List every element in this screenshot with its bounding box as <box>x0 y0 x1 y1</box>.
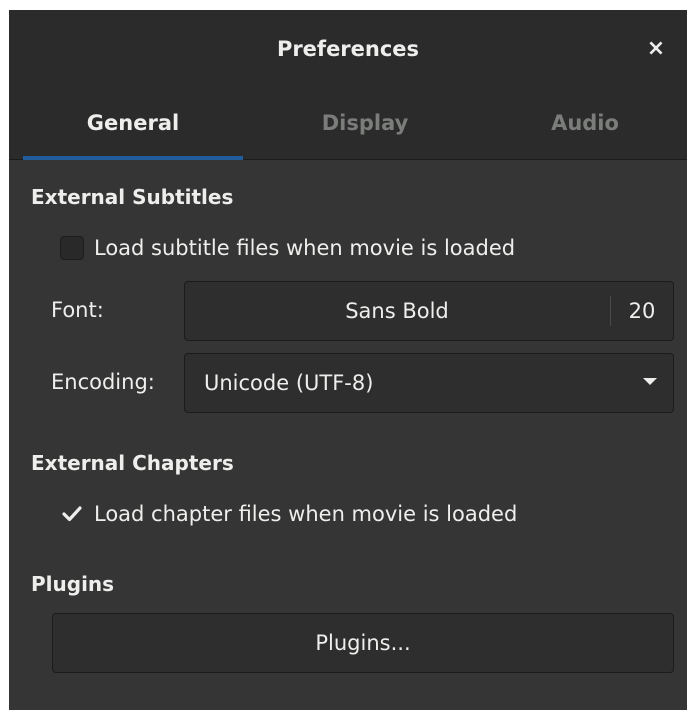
encoding-label: Encoding: <box>51 370 155 394</box>
close-icon: × <box>646 36 666 61</box>
title-bar: Preferences × <box>9 10 687 88</box>
active-tab-indicator <box>23 156 243 160</box>
load-chapter-files-checkbox[interactable] <box>60 502 84 526</box>
load-chapter-files-label: Load chapter files when movie is loaded <box>94 502 518 526</box>
load-subtitle-files-checkbox-row[interactable]: Load subtitle files when movie is loaded <box>60 233 515 263</box>
load-chapter-files-checkbox-row[interactable]: Load chapter files when movie is loaded <box>60 499 517 529</box>
external-chapters-heading: External Chapters <box>31 451 234 475</box>
font-label: Font: <box>51 298 104 322</box>
tab-bar: General Display Audio <box>9 88 687 160</box>
tab-display[interactable]: Display <box>255 88 475 160</box>
load-subtitle-files-checkbox[interactable] <box>60 236 84 260</box>
plugins-button[interactable]: Plugins... <box>52 613 674 673</box>
checkmark-icon <box>62 506 82 522</box>
chevron-down-icon <box>643 378 657 385</box>
plugins-heading: Plugins <box>31 572 115 596</box>
font-name-value: Sans Bold <box>345 299 449 323</box>
tab-general[interactable]: General <box>23 88 243 160</box>
preferences-dialog: Preferences × General Display Audio Exte… <box>9 10 687 710</box>
font-chooser-button[interactable]: Sans Bold 20 <box>184 281 674 341</box>
external-subtitles-heading: External Subtitles <box>31 185 234 209</box>
tab-audio[interactable]: Audio <box>475 88 687 160</box>
encoding-combobox[interactable]: Unicode (UTF-8) <box>184 353 674 413</box>
load-subtitle-files-label: Load subtitle files when movie is loaded <box>94 236 516 260</box>
close-button[interactable]: × <box>641 34 671 64</box>
font-size-value: 20 <box>628 299 656 323</box>
dialog-title: Preferences <box>276 37 420 61</box>
encoding-value: Unicode (UTF-8) <box>204 371 374 395</box>
